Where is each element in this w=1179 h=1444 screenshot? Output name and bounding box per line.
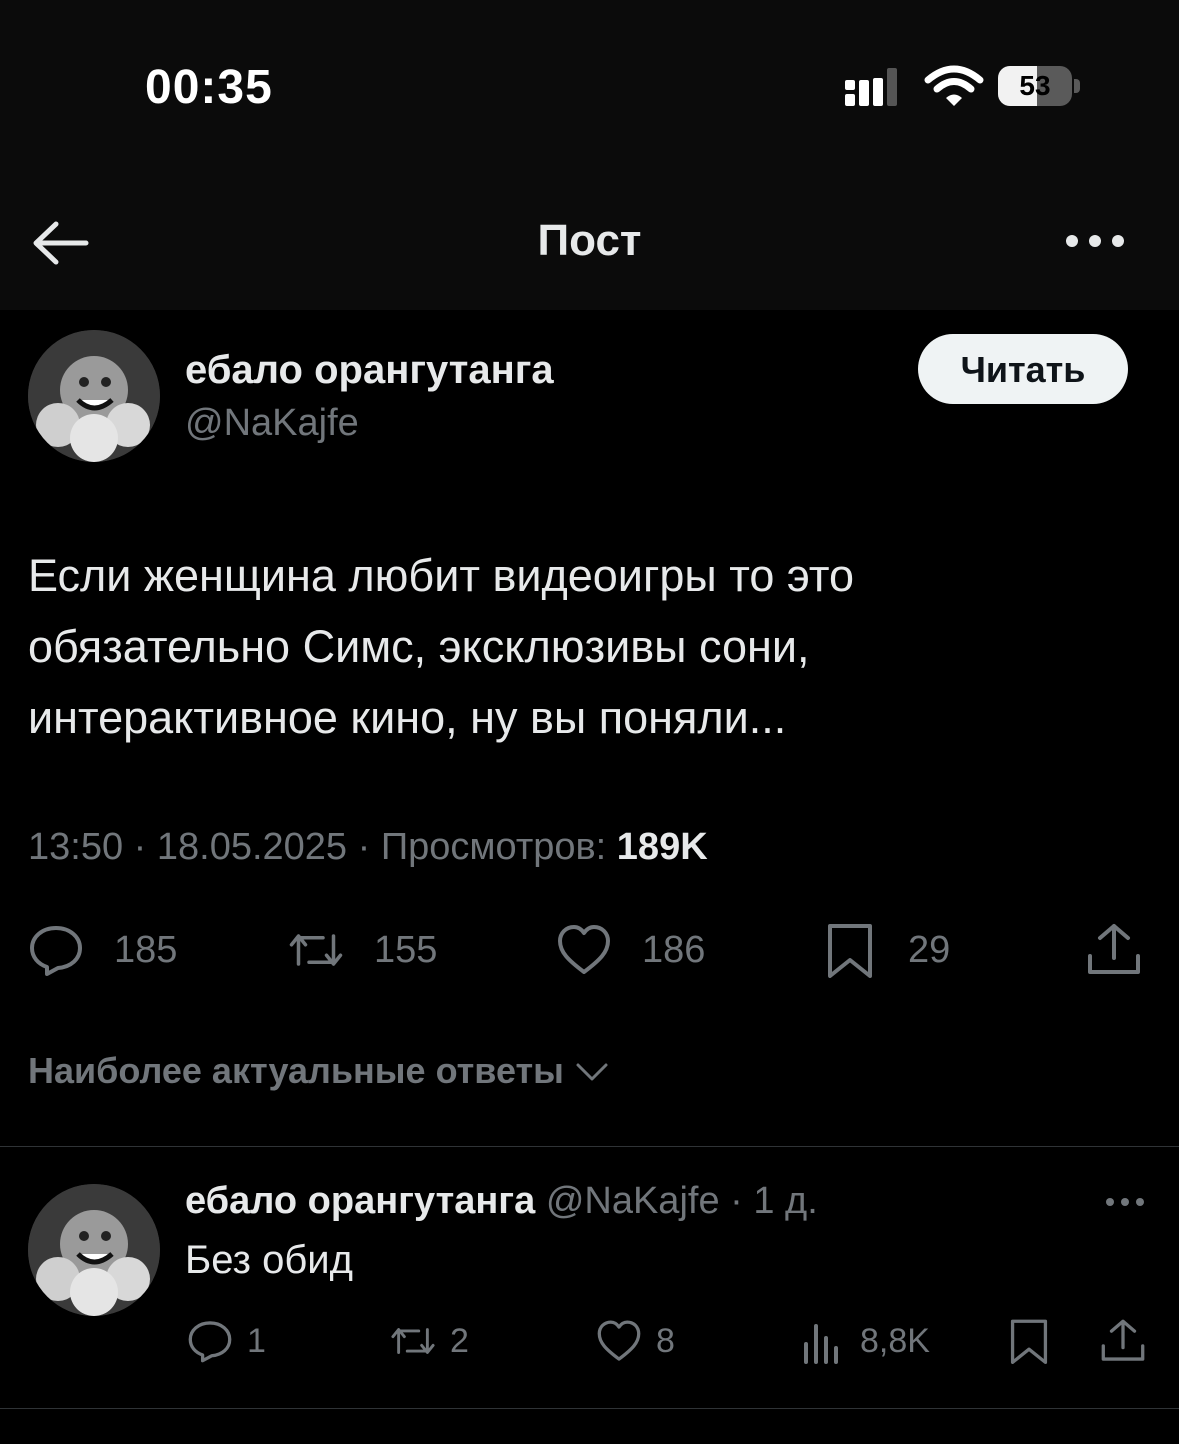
reply-more-options-icon[interactable] (1104, 1196, 1146, 1208)
reply-author-handle[interactable]: @NaKajfe (546, 1180, 720, 1222)
reply-repost-action[interactable]: 2 (390, 1318, 469, 1364)
replies-sort-label: Наиболее актуальные ответы (28, 1050, 564, 1091)
battery-indicator: 53 (998, 66, 1082, 108)
reply-reply-count: 1 (247, 1321, 266, 1360)
reply-header: ебало орангутанга @NaKajfe · 1 д. (185, 1180, 818, 1223)
analytics-icon (804, 1324, 838, 1364)
reply-bookmark-action[interactable] (1006, 1318, 1052, 1364)
post-meta: 13:50 · 18.05.2025 · Просмотров: 189K (28, 826, 708, 869)
reply-share-action[interactable] (1100, 1318, 1146, 1364)
share-icon (1088, 924, 1140, 974)
author-handle[interactable]: @NaKajfe (185, 402, 359, 445)
cellular-signal-icon (845, 68, 897, 106)
repost-icon (391, 1328, 435, 1354)
author-avatar[interactable] (28, 330, 160, 462)
repost-action[interactable]: 155 (288, 922, 437, 978)
author-name[interactable]: ебало орангутанга (185, 348, 554, 393)
post-timestamp: 13:50 · 18.05.2025 · Просмотров: (28, 826, 617, 868)
reply-like-action[interactable]: 8 (596, 1318, 675, 1364)
reply-view-count: 8,8K (860, 1321, 930, 1360)
wifi-icon (924, 65, 984, 106)
more-options-icon[interactable] (1062, 228, 1128, 254)
bookmark-icon (1010, 1319, 1048, 1364)
divider (0, 1146, 1179, 1147)
status-time: 00:35 (145, 61, 273, 114)
reply-age: 1 д. (753, 1180, 818, 1222)
like-count: 186 (642, 928, 706, 971)
follow-button[interactable]: Читать (918, 334, 1128, 404)
replies-sort-dropdown[interactable]: Наиболее актуальные ответы (28, 1050, 610, 1092)
top-nav: Пост (0, 170, 1179, 310)
like-action[interactable]: 186 (556, 922, 705, 978)
status-bar: 00:35 53 (0, 0, 1179, 170)
reply-icon (30, 926, 82, 976)
reply-author-avatar[interactable] (28, 1184, 160, 1316)
heart-icon (597, 1320, 641, 1361)
heart-icon (558, 925, 610, 974)
reply-text: Без обид (185, 1238, 353, 1282)
repost-icon (289, 934, 343, 966)
reply-author-name[interactable]: ебало орангутанга (185, 1180, 535, 1222)
post-text-line: интерактивное кино, ну вы поняли... (28, 692, 787, 743)
divider (0, 1408, 1179, 1409)
bookmark-count: 29 (908, 928, 951, 971)
chevron-down-icon (576, 1063, 608, 1081)
reply-count: 185 (114, 928, 178, 971)
repost-count: 155 (374, 928, 438, 971)
bookmark-icon (828, 924, 872, 978)
reply-action[interactable]: 185 (28, 922, 177, 978)
bookmark-action[interactable]: 29 (822, 922, 950, 978)
reply-like-count: 8 (656, 1321, 675, 1360)
reply-icon (188, 1321, 232, 1363)
reply-repost-count: 2 (450, 1321, 469, 1360)
reply-views-action[interactable]: 8,8K (800, 1318, 930, 1364)
post-view-count[interactable]: 189K (617, 826, 708, 868)
share-icon (1101, 1319, 1145, 1361)
post-text-line: обязательно Симс, эксклюзивы сони, (28, 621, 810, 672)
share-action[interactable] (1086, 922, 1142, 978)
page-title: Пост (537, 216, 642, 265)
reply-separator: · (730, 1180, 743, 1222)
reply-reply-action[interactable]: 1 (187, 1318, 266, 1364)
post-text: Если женщина любит видеоигры то это обяз… (28, 540, 1148, 753)
battery-percentage: 53 (1019, 70, 1051, 101)
post-text-line: Если женщина любит видеоигры то это (28, 550, 854, 601)
